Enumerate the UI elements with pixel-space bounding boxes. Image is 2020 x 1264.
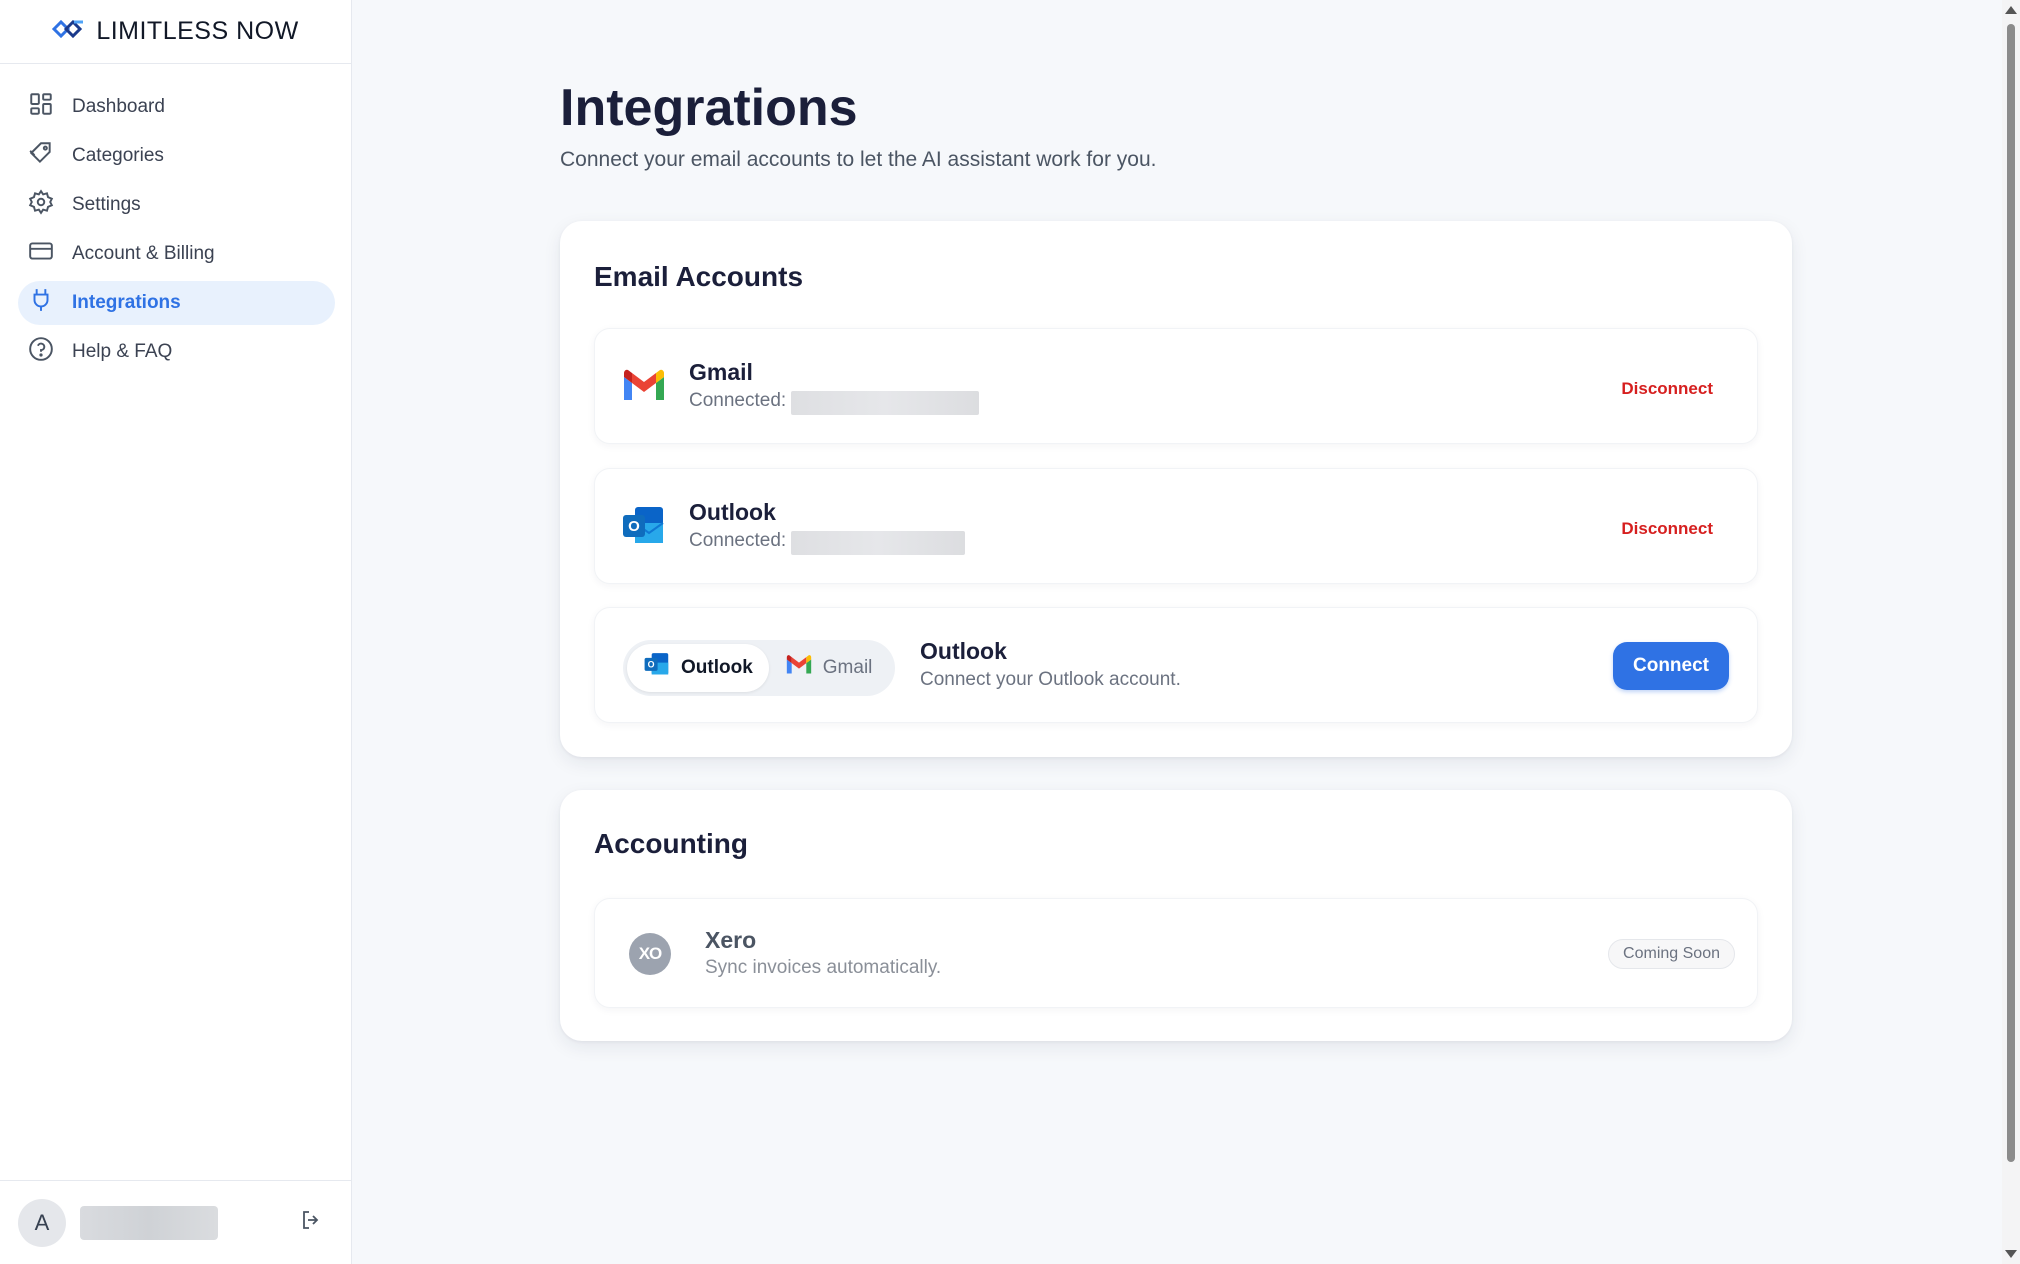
connect-button[interactable]: Connect bbox=[1613, 642, 1729, 690]
integration-description: Connect your Outlook account. bbox=[920, 669, 1181, 690]
sidebar-item-categories[interactable]: Categories bbox=[18, 134, 335, 178]
accounting-card: Accounting XO Xero Sync invoices automat… bbox=[560, 790, 1792, 1041]
sidebar-item-label: Settings bbox=[72, 194, 141, 215]
coming-soon-badge: Coming Soon bbox=[1608, 939, 1735, 969]
dashboard-grid-icon bbox=[28, 91, 54, 123]
integration-name: Outlook bbox=[689, 499, 776, 525]
page-title: Integrations bbox=[560, 79, 858, 137]
tag-icon bbox=[28, 140, 54, 172]
avatar[interactable]: A bbox=[18, 1198, 66, 1247]
xero-integration-row: XO Xero Sync invoices automatically. Com… bbox=[594, 898, 1758, 1008]
outlook-icon: O bbox=[621, 505, 667, 554]
connected-email-redacted bbox=[791, 391, 979, 415]
main-content: Integrations Connect your email accounts… bbox=[352, 0, 2020, 1264]
integration-name: Outlook bbox=[920, 638, 1007, 664]
gear-icon bbox=[28, 189, 54, 221]
integration-description: Sync invoices automatically. bbox=[705, 957, 942, 978]
toggle-option-outlook[interactable]: O Outlook bbox=[627, 644, 769, 692]
user-section: A bbox=[0, 1180, 351, 1264]
outlook-account-row: O Outlook Connected: Disconnect bbox=[594, 468, 1758, 584]
brand[interactable]: LIMITLESS NOW bbox=[0, 0, 351, 64]
help-circle-icon bbox=[28, 336, 54, 368]
brand-name: LIMITLESS NOW bbox=[96, 17, 299, 45]
toggle-option-gmail[interactable]: Gmail bbox=[769, 644, 889, 692]
page-subtitle: Connect your email accounts to let the A… bbox=[560, 148, 1157, 171]
sidebar: LIMITLESS NOW Dashboard Categories Setti… bbox=[0, 0, 352, 1264]
toggle-option-label: Outlook bbox=[681, 657, 753, 678]
sidebar-item-integrations[interactable]: Integrations bbox=[18, 281, 335, 325]
plug-icon bbox=[28, 287, 54, 319]
scroll-down-icon[interactable] bbox=[2005, 1250, 2017, 1258]
limitless-logo-icon bbox=[52, 19, 86, 44]
sidebar-item-label: Categories bbox=[72, 145, 164, 166]
logout-icon[interactable] bbox=[299, 1208, 323, 1237]
sidebar-item-settings[interactable]: Settings bbox=[18, 183, 335, 227]
sidebar-item-label: Integrations bbox=[72, 292, 181, 313]
sidebar-item-account-billing[interactable]: Account & Billing bbox=[18, 232, 335, 276]
connection-status: Connected: bbox=[689, 530, 787, 551]
disconnect-button[interactable]: Disconnect bbox=[1621, 519, 1713, 539]
disconnect-button[interactable]: Disconnect bbox=[1621, 379, 1713, 399]
sidebar-item-label: Help & FAQ bbox=[72, 341, 173, 362]
section-title: Email Accounts bbox=[594, 261, 804, 292]
outlook-icon: O bbox=[643, 652, 671, 684]
xero-icon: XO bbox=[629, 933, 671, 975]
scroll-up-icon[interactable] bbox=[2005, 6, 2017, 14]
integration-name: Gmail bbox=[689, 359, 753, 385]
user-name-redacted bbox=[80, 1205, 218, 1240]
sidebar-item-dashboard[interactable]: Dashboard bbox=[18, 85, 335, 129]
sidebar-item-label: Account & Billing bbox=[72, 243, 215, 264]
gmail-icon bbox=[621, 369, 667, 408]
integration-name: Xero bbox=[705, 927, 757, 953]
svg-text:O: O bbox=[628, 518, 640, 535]
connected-email-redacted bbox=[791, 531, 965, 555]
sidebar-item-label: Dashboard bbox=[72, 96, 165, 117]
email-accounts-card: Email Accounts Gmail Connected: Disconne… bbox=[560, 221, 1792, 757]
sidebar-nav: Dashboard Categories Settings Account & … bbox=[0, 64, 351, 374]
toggle-option-label: Gmail bbox=[822, 657, 873, 678]
scrollbar[interactable] bbox=[2002, 0, 2020, 1264]
svg-text:O: O bbox=[648, 659, 655, 669]
gmail-account-row: Gmail Connected: Disconnect bbox=[594, 328, 1758, 444]
gmail-icon bbox=[785, 654, 813, 682]
add-account-row: O Outlook Gmail Outlook Connect your Out… bbox=[594, 607, 1758, 723]
connection-status: Connected: bbox=[689, 390, 787, 411]
credit-card-icon bbox=[28, 238, 54, 270]
scrollbar-thumb[interactable] bbox=[2007, 24, 2015, 1162]
sidebar-item-help-faq[interactable]: Help & FAQ bbox=[18, 330, 335, 374]
section-title: Accounting bbox=[594, 828, 748, 859]
provider-toggle: O Outlook Gmail bbox=[623, 640, 895, 696]
